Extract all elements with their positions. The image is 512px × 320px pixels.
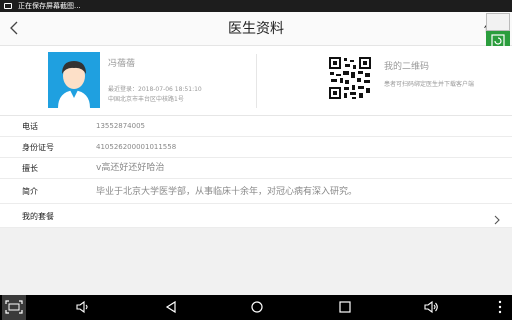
specialty-label: 擅长 [22, 164, 38, 173]
qr-code-description: 患者可扫码绑定医生并下载客户端 [384, 81, 475, 88]
avatar[interactable] [48, 52, 100, 108]
intro-label: 简介 [22, 187, 38, 196]
app-header: 医生资料 保存 [0, 12, 512, 46]
volume-up-icon [424, 300, 438, 314]
back-nav-button[interactable] [160, 295, 184, 320]
volume-down-button[interactable] [72, 295, 96, 320]
status-text: 正在保存屏幕截图... [18, 2, 81, 10]
doctor-address: 中国北京市丰台区中核路1号 [108, 96, 184, 103]
last-login-time: 最近登录：2018-07-06 18:51:10 [108, 86, 202, 93]
qr-code-title: 我的二维码 [384, 62, 430, 72]
screenshot-notification-icon [4, 3, 12, 9]
recents-square-icon [339, 301, 351, 313]
status-bar: 正在保存屏幕截图... [0, 0, 512, 12]
empty-area [0, 228, 512, 295]
id-number-label: 身份证号 [22, 143, 54, 152]
back-triangle-icon [165, 300, 176, 314]
page-title: 医生资料 [228, 21, 284, 37]
divider [256, 54, 257, 108]
overlay-widget-top [486, 13, 510, 31]
intro-row[interactable]: 简介 毕业于北京大学医学部，从事临床十余年，对冠心病有深入研究。 [0, 180, 512, 204]
my-package-label: 我的套餐 [22, 212, 54, 221]
chevron-right-icon [492, 210, 502, 225]
phone-value: 13552874005 [96, 122, 145, 130]
more-vertical-icon [498, 300, 502, 314]
specialty-value: v高还好还好哈治 [96, 163, 165, 173]
intro-value: 毕业于北京大学医学部，从事临床十余年，对冠心病有深入研究。 [96, 187, 358, 197]
home-nav-button[interactable] [246, 295, 270, 320]
doctor-profile-card: 冯蓓蓓 最近登录：2018-07-06 18:51:10 中国北京市丰台区中核路… [0, 46, 512, 116]
volume-up-button[interactable] [420, 295, 444, 320]
doctor-avatar-icon [58, 61, 90, 108]
screenshot-icon [5, 300, 23, 314]
phone-row[interactable]: 电话 13552874005 [0, 116, 512, 137]
my-package-row[interactable]: 我的套餐 [0, 205, 512, 228]
volume-down-icon [76, 300, 88, 314]
more-options-button[interactable] [492, 295, 508, 320]
specialty-row[interactable]: 擅长 v高还好还好哈治 [0, 158, 512, 179]
id-number-row[interactable]: 身份证号 410526200001011558 [0, 137, 512, 158]
doctor-name: 冯蓓蓓 [108, 59, 136, 69]
qr-code[interactable] [328, 56, 372, 100]
system-navigation-bar [0, 295, 512, 320]
recents-nav-button[interactable] [334, 295, 358, 320]
screenshot-button[interactable] [2, 295, 26, 320]
qr-code-icon [328, 56, 372, 100]
id-number-value: 410526200001011558 [96, 143, 177, 151]
phone-label: 电话 [22, 122, 38, 131]
home-circle-icon [251, 301, 263, 313]
